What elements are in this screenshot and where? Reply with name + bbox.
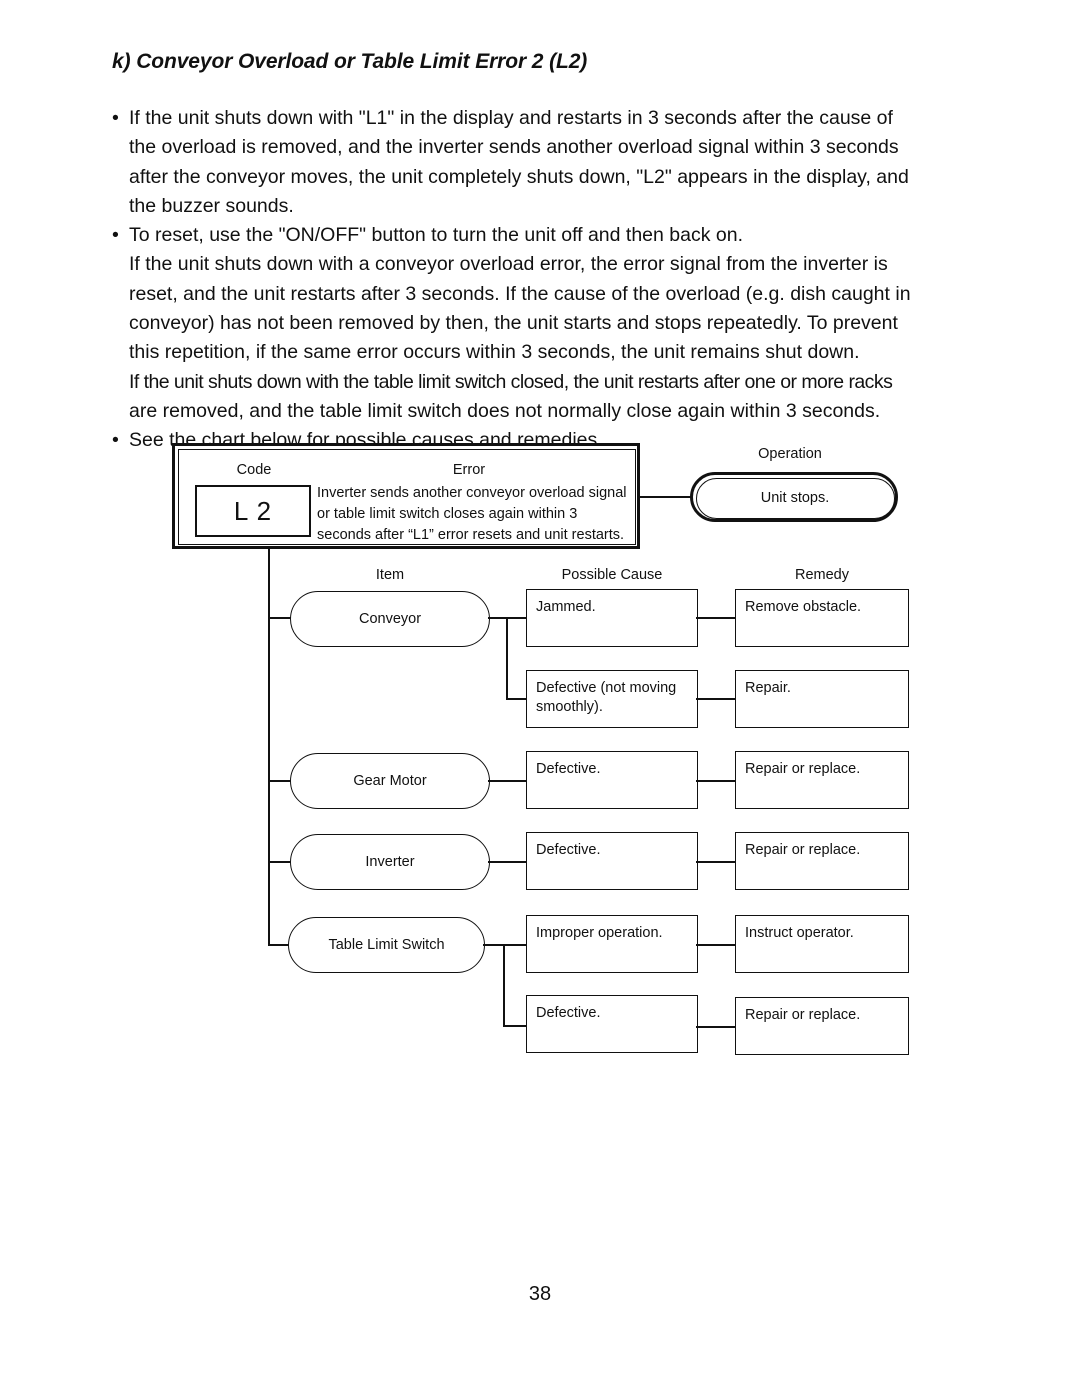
item-pill-inverter: Inverter [290, 834, 490, 890]
cause-box-1: Jammed. [526, 589, 698, 647]
cause-text: Defective. [536, 761, 601, 777]
connector-trunk-to-table-limit-switch [268, 944, 290, 946]
item-label: Inverter [365, 854, 415, 870]
item-pill-table-limit-switch: Table Limit Switch [288, 917, 485, 973]
connector-trunk-to-inverter [268, 861, 292, 863]
remedy-text: Repair or replace. [745, 1007, 861, 1023]
item-pill-conveyor: Conveyor [290, 591, 490, 647]
cause-text: Defective. [536, 842, 601, 858]
error-description-line: seconds after “L1” error resets and unit… [317, 527, 625, 543]
remedy-box-6: Repair or replace. [735, 997, 909, 1055]
connector-cause4-to-remedy4 [696, 861, 736, 863]
operation-pill: Unit stops. [690, 472, 898, 522]
cause-box-4: Defective. [526, 832, 698, 890]
remedy-box-2: Repair. [735, 670, 909, 728]
error-description-line: Inverter sends another conveyor overload… [317, 485, 627, 501]
cause-text: Defective (not moving smoothly). [536, 680, 677, 715]
page-number: 38 [528, 1283, 552, 1305]
item-label: Gear Motor [353, 773, 427, 789]
column-header-remedy: Remedy [795, 567, 849, 583]
connector-cause2-to-remedy2 [696, 698, 736, 700]
connector-trunk-to-conveyor [268, 617, 292, 619]
cause-text: Improper operation. [536, 925, 663, 941]
cause-text: Defective. [536, 1005, 601, 1021]
remedy-box-3: Repair or replace. [735, 751, 909, 809]
cause-text: Jammed. [536, 599, 596, 615]
connector-cause3-to-remedy3 [696, 780, 736, 782]
connector-cause1-to-remedy1 [696, 617, 736, 619]
remedy-text: Repair or replace. [745, 761, 861, 777]
error-description: Inverter sends another conveyor overload… [317, 483, 637, 546]
operation-value: Unit stops. [695, 477, 895, 519]
error-column-label: Error [452, 462, 486, 478]
connector-cause6-to-remedy6 [696, 1026, 736, 1028]
column-header-item: Item [375, 567, 405, 583]
connector-inverter-to-cause [488, 861, 528, 863]
cause-box-5: Improper operation. [526, 915, 698, 973]
troubleshooting-flowchart: Code Error L 2 Inverter sends another co… [0, 0, 1080, 1397]
connector-trunk-to-gear-motor [268, 780, 292, 782]
connector-cause5-to-remedy5 [696, 944, 736, 946]
document-page: k) Conveyor Overload or Table Limit Erro… [0, 0, 1080, 1397]
connector-error-to-operation [640, 496, 692, 498]
remedy-text: Remove obstacle. [745, 599, 862, 615]
code-column-label: Code [236, 462, 272, 478]
remedy-box-5: Instruct operator. [735, 915, 909, 973]
remedy-box-4: Repair or replace. [735, 832, 909, 890]
item-label: Conveyor [358, 611, 422, 627]
connector-tls-branch-2 [503, 1025, 526, 1027]
cause-box-6: Defective. [526, 995, 698, 1053]
remedy-text: Repair or replace. [745, 842, 861, 858]
code-error-box: Code Error L 2 Inverter sends another co… [172, 443, 640, 549]
connector-tls-branch-vertical [503, 944, 505, 1025]
connector-conveyor-branch-2 [506, 698, 526, 700]
connector-conveyor-branch-vertical [506, 617, 508, 698]
connector-gear-motor-to-cause [488, 780, 528, 782]
connector-trunk-vertical [268, 549, 270, 945]
remedy-text: Instruct operator. [745, 925, 854, 941]
cause-box-3: Defective. [526, 751, 698, 809]
item-label: Table Limit Switch [328, 937, 445, 953]
cause-box-2: Defective (not moving smoothly). [526, 670, 698, 728]
remedy-box-1: Remove obstacle. [735, 589, 909, 647]
remedy-text: Repair. [745, 680, 791, 696]
error-code-value: L 2 [195, 485, 311, 537]
operation-column-label: Operation [758, 446, 822, 462]
column-header-cause: Possible Cause [561, 567, 663, 583]
error-description-line: or table limit switch closes again withi… [317, 506, 578, 522]
item-pill-gear-motor: Gear Motor [290, 753, 490, 809]
code-error-box-inner: Code Error L 2 Inverter sends another co… [178, 449, 636, 545]
